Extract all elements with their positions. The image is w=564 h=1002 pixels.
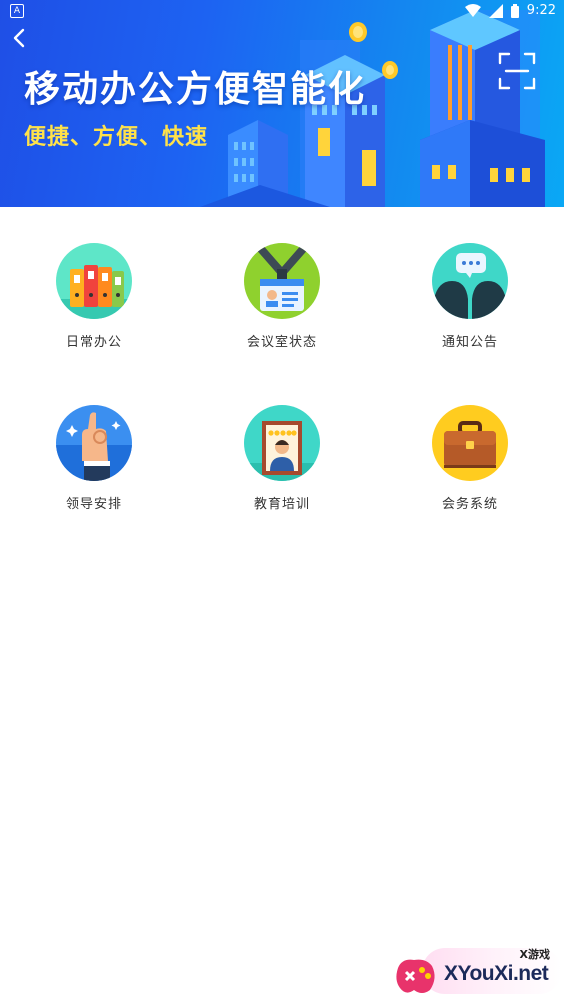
status-indicator: A bbox=[10, 4, 24, 18]
chevron-left-icon bbox=[13, 28, 25, 48]
scan-icon bbox=[498, 52, 536, 90]
menu-item-meeting-room-status[interactable]: 会议室状态 bbox=[188, 243, 376, 350]
banner-subtitle: 便捷、方便、快速 bbox=[24, 125, 209, 150]
signal-icon bbox=[488, 3, 503, 18]
status-bar: A 9:22 bbox=[0, 0, 564, 24]
menu-label: 教育培训 bbox=[253, 497, 310, 512]
briefcase-icon bbox=[432, 405, 508, 481]
status-time: 9:22 bbox=[526, 3, 556, 18]
id-badge-icon bbox=[244, 243, 320, 319]
wifi-icon bbox=[464, 3, 481, 17]
menu-label: 领导安排 bbox=[65, 497, 122, 512]
watermark: X游戏 XYouXi.net bbox=[392, 942, 564, 1002]
menu-item-daily-office[interactable]: 日常办公 bbox=[0, 243, 188, 350]
menu-label: 通知公告 bbox=[441, 335, 498, 350]
scan-button[interactable] bbox=[498, 52, 536, 90]
menu-label: 会议室状态 bbox=[246, 335, 317, 350]
chat-bubbles-icon bbox=[432, 243, 508, 319]
menu-item-leader-schedule[interactable]: 领导安排 bbox=[0, 405, 188, 512]
watermark-site: XYouXi.net bbox=[444, 962, 549, 985]
watermark-top-text: X游戏 bbox=[519, 948, 550, 961]
gamepad-icon bbox=[396, 959, 435, 993]
menu-item-education-training[interactable]: 教育培训 bbox=[188, 405, 376, 512]
ok-hand-icon bbox=[56, 405, 132, 481]
menu-item-conference-system[interactable]: 会务系统 bbox=[376, 405, 564, 512]
certificate-icon bbox=[244, 405, 320, 481]
binders-icon bbox=[56, 243, 132, 319]
menu-label: 会务系统 bbox=[441, 497, 498, 512]
back-button[interactable] bbox=[8, 26, 32, 50]
menu-label: 日常办公 bbox=[65, 335, 122, 350]
menu-item-notices[interactable]: 通知公告 bbox=[376, 243, 564, 350]
battery-icon bbox=[510, 3, 519, 18]
banner: A 9:22 移动办公方便智能化 便捷、方便、快速 bbox=[0, 0, 564, 207]
banner-title: 移动办公方便智能化 bbox=[24, 69, 367, 110]
